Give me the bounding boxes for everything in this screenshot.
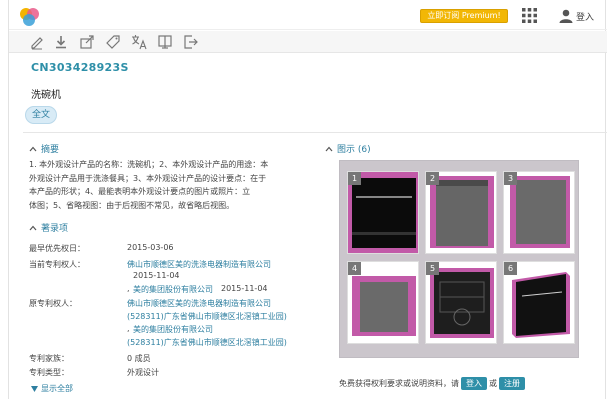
priority-date-value: 2015-03-06	[127, 243, 174, 252]
figures-heading: 图示 (6)	[337, 145, 371, 155]
type-label: 专利类型：	[29, 368, 69, 377]
figure-badge: 6	[504, 262, 517, 275]
show-all-label: 显示全部	[41, 384, 73, 393]
assignee-date-2: 2015-11-04	[221, 284, 268, 293]
access-notice: 免费获得权利要求或说明资料，请 登入 或 注册	[339, 377, 527, 390]
tag-icon[interactable]	[105, 34, 121, 50]
current-assignee-label: 当前专利权人：	[29, 260, 85, 269]
share-icon[interactable]	[183, 34, 199, 50]
figure-badge: 2	[426, 172, 439, 185]
figure-thumb-6[interactable]: 6	[503, 261, 575, 344]
notice-register-button[interactable]: 注册	[499, 377, 525, 390]
download-icon[interactable]	[53, 34, 69, 50]
chevron-up-icon	[325, 146, 333, 151]
figure-badge: 3	[504, 172, 517, 185]
figure-badge: 4	[348, 262, 361, 275]
assignee-link-2[interactable]: 美的集团股份有限公司	[133, 284, 213, 295]
figure-thumb-1[interactable]: 1	[347, 171, 419, 254]
family-value: 0 成员	[127, 354, 151, 363]
export-icon[interactable]	[79, 34, 95, 50]
figure-gallery: 1 2 3 4 5 6	[339, 160, 579, 358]
type-value: 外观设计	[127, 368, 159, 377]
figure-thumb-3[interactable]: 3	[503, 171, 575, 254]
apps-grid-icon[interactable]	[522, 8, 537, 23]
original-assignee-link-2[interactable]: 美的集团股份有限公司	[133, 324, 213, 335]
toolbar	[9, 31, 607, 53]
notice-or: 或	[489, 379, 497, 388]
figure-thumb-4[interactable]: 4	[347, 261, 419, 344]
show-all-link[interactable]: 显示全部	[31, 383, 73, 394]
patent-number: CN303428923S	[31, 61, 129, 74]
abstract-line: 本产品的形状；4、最能表明本外观设计要点的图片或照片：立	[29, 187, 251, 196]
figure-thumb-5[interactable]: 5	[425, 261, 497, 344]
family-label: 专利家族：	[29, 354, 69, 363]
original-address-2: (528311)广东省佛山市顺德区北滘镇工业园)	[127, 338, 287, 347]
translate-icon[interactable]	[131, 34, 147, 50]
fulltext-button[interactable]: 全文	[25, 106, 57, 124]
original-address-1: (528311)广东省佛山市顺德区北滘镇工业园)	[127, 312, 287, 321]
abstract-heading: 摘要	[41, 145, 60, 155]
patent-page: 立即订阅 Premium! 登入 CN303428923S 洗碗机 全文 摘要 …	[8, 0, 607, 399]
figure-badge: 5	[426, 262, 439, 275]
assignee-date-1: 2015-11-04	[133, 271, 180, 280]
abstract-line: 体图；5、省略视图：由于后视图不常见，故省略后视图。	[29, 200, 235, 210]
notice-login-button[interactable]: 登入	[461, 377, 487, 390]
login-link[interactable]: 登入	[559, 6, 594, 26]
assignee-link-1[interactable]: 佛山市顺德区美的洗涤电器制造有限公司	[127, 259, 271, 270]
logo-icon[interactable]	[17, 5, 43, 27]
abstract-text: 1. 本外观设计产品的名称：洗碗机；2、本外观设计产品的用途：本 外观设计产品用…	[29, 158, 305, 212]
figure-thumb-2[interactable]: 2	[425, 171, 497, 254]
top-bar: 立即订阅 Premium! 登入	[9, 0, 607, 30]
original-assignee-link-1[interactable]: 佛山市顺德区美的洗涤电器制造有限公司	[127, 298, 271, 309]
priority-date-label: 最早优先权日：	[29, 244, 85, 253]
abstract-line: 外观设计产品用于洗涤餐具；3、本外观设计产品的设计要点：在于	[29, 173, 267, 183]
abstract-toggle[interactable]: 摘要	[29, 142, 59, 155]
original-assignee-label: 原专利权人：	[29, 299, 77, 308]
premium-subscribe-button[interactable]: 立即订阅 Premium!	[420, 9, 508, 23]
edit-icon[interactable]	[29, 34, 45, 50]
abstract-line: 1. 本外观设计产品的名称：洗碗机；2、本外观设计产品的用途：本	[29, 160, 269, 169]
notice-text: 免费获得权利要求或说明资料，请	[339, 379, 459, 388]
caret-down-icon	[31, 385, 38, 392]
bibliographic-toggle[interactable]: 著录项	[29, 221, 68, 234]
figures-toggle[interactable]: 图示 (6)	[325, 142, 371, 155]
divider	[23, 132, 607, 133]
bibliographic-heading: 著录项	[41, 224, 69, 234]
figure-badge: 1	[348, 172, 361, 185]
user-icon	[559, 9, 573, 23]
chevron-up-icon	[29, 225, 37, 230]
login-label: 登入	[576, 12, 595, 23]
patent-title: 洗碗机	[31, 90, 61, 101]
chevron-up-icon	[29, 146, 37, 151]
book-icon[interactable]	[157, 34, 173, 50]
